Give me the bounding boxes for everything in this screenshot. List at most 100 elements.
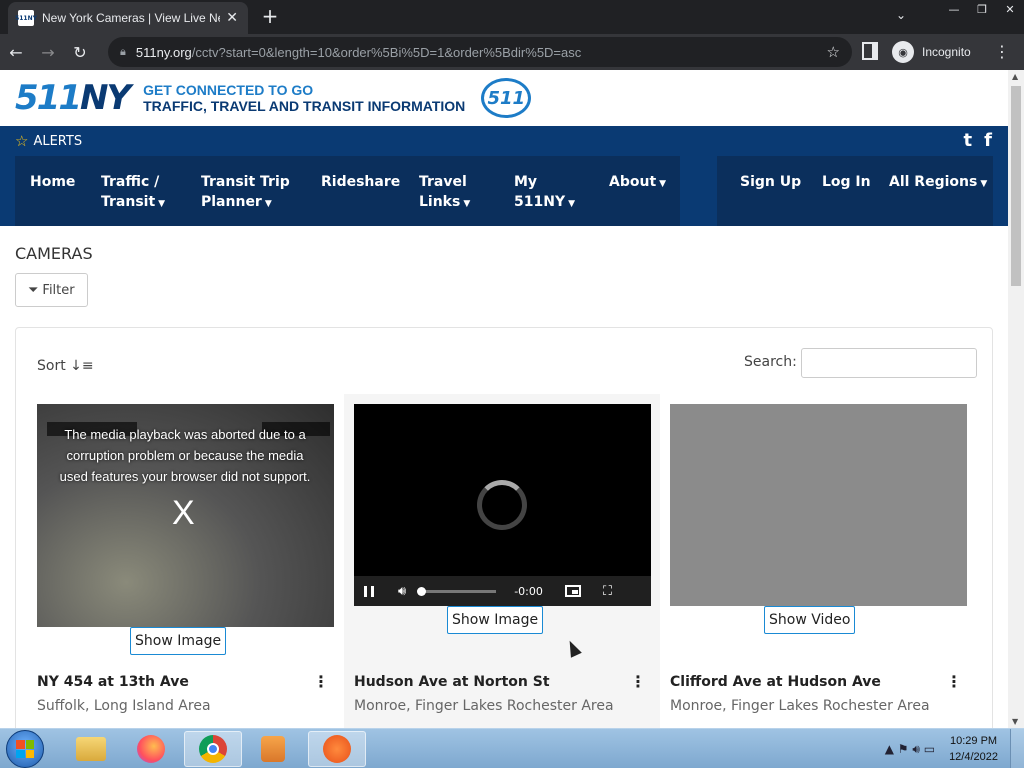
caret-down-icon: ▼ — [158, 199, 166, 209]
incognito-indicator[interactable]: ◉ Incognito — [892, 39, 971, 65]
media-error-x-icon[interactable]: X — [172, 494, 195, 533]
nav-travel-line-1: Travel — [419, 174, 467, 190]
alert-star-icon: ☆ — [15, 132, 29, 150]
new-tab-icon[interactable]: + — [258, 4, 282, 28]
camera-title[interactable]: NY 454 at 13th Ave — [37, 674, 189, 690]
scroll-up-arrow-icon[interactable]: ▲ — [1012, 72, 1018, 81]
nav-home[interactable]: Home — [30, 172, 75, 192]
page-title: CAMERAS — [15, 244, 93, 263]
fullscreen-icon[interactable]: ⛶ — [603, 584, 612, 599]
sort-label: Sort — [37, 358, 66, 374]
nav-transit-trip-planner[interactable]: Transit Trip Planner ▼ — [201, 172, 290, 214]
show-image-button[interactable]: Show Image — [447, 606, 544, 634]
tab-close-icon[interactable]: ✕ — [226, 10, 238, 26]
video-progress-bar[interactable] — [417, 586, 497, 596]
taskbar-app[interactable] — [308, 731, 366, 767]
nav-about-label: About — [609, 174, 657, 190]
start-button[interactable] — [6, 730, 44, 768]
search-input[interactable] — [801, 348, 977, 378]
url-host: 511ny.org — [135, 44, 192, 60]
progress-handle[interactable] — [417, 586, 427, 596]
loading-spinner-icon — [477, 480, 527, 530]
show-image-button[interactable]: Show Image — [130, 627, 227, 655]
facebook-icon[interactable]: f — [984, 130, 992, 151]
scrollbar-thumb[interactable] — [1011, 86, 1021, 286]
browser-tab[interactable]: 511NY New York Cameras | View Live Ne ✕ — [8, 2, 248, 34]
camera-title[interactable]: Clifford Ave at Hudson Ave — [670, 674, 881, 690]
camera-options-icon[interactable]: ⋮ — [946, 672, 962, 691]
page-content: CAMERAS ⏷ Filter Sort ↓≡ Search: The med… — [0, 226, 1008, 728]
window-controls: — ❐ ✕ — [940, 0, 1024, 20]
taskbar-firefox[interactable] — [122, 731, 180, 767]
nav-regions-label: All Regions — [889, 174, 978, 190]
camera-video-player[interactable]: 🔊︎ -0:00 ⛶ — [354, 404, 651, 606]
main-navbar: Home Traffic / Transit ▼ Transit Trip Plann… — [0, 156, 1008, 226]
forward-arrow-icon[interactable]: → — [32, 36, 64, 68]
tagline-line-2: TRAFFIC, TRAVEL AND TRANSIT INFORMATION — [143, 98, 466, 114]
browser-toolbar: ← → ↻ 🔒︎ 511ny.org/cctv?start=0&length=1… — [0, 34, 1024, 70]
tray-icons[interactable]: ▲ ⚑ 🔊︎ ▭ — [885, 742, 935, 757]
taskbar-media-player[interactable] — [244, 731, 302, 767]
nav-my-511ny[interactable]: My 511NY ▼ — [514, 172, 575, 214]
caret-down-icon: ▼ — [659, 179, 667, 189]
site-logo[interactable]: 511NY — [15, 78, 131, 118]
camera-area: Suffolk, Long Island Area — [37, 698, 211, 714]
pause-icon[interactable] — [364, 585, 374, 597]
camera-options-icon[interactable]: ⋮ — [630, 672, 646, 691]
back-arrow-icon[interactable]: ← — [0, 36, 32, 68]
address-bar[interactable]: 🔒︎ 511ny.org/cctv?start=0&length=10&orde… — [108, 37, 852, 67]
reload-icon[interactable]: ↻ — [64, 36, 96, 68]
picture-in-picture-icon[interactable] — [564, 585, 581, 597]
camera-list-card: Sort ↓≡ Search: The media playback was a… — [15, 327, 993, 728]
video-time: -0:00 — [514, 584, 543, 598]
nav-traffic-transit[interactable]: Traffic / Transit ▼ — [101, 172, 165, 214]
nav-about[interactable]: About ▼ — [609, 172, 666, 194]
clock-date: 12/4/2022 — [949, 751, 998, 763]
nav-log-in[interactable]: Log In — [822, 172, 871, 192]
nav-signup-label: Sign Up — [740, 174, 802, 190]
nav-rideshare[interactable]: Rideshare — [321, 172, 400, 192]
twitter-icon[interactable]: t — [964, 130, 973, 151]
sort-control[interactable]: Sort ↓≡ — [37, 358, 94, 374]
filter-label: Filter — [42, 282, 75, 298]
volume-icon[interactable]: 🔊︎ — [398, 584, 406, 599]
page-scrollbar[interactable]: ▲ ▼ — [1008, 70, 1024, 728]
alerts-link[interactable]: ALERTS — [33, 134, 82, 149]
browser-menu-icon[interactable]: ⋮ — [994, 42, 1010, 61]
show-desktop-button[interactable] — [1010, 729, 1024, 768]
filter-button[interactable]: ⏷ Filter — [15, 273, 88, 307]
social-links: t f — [964, 130, 992, 151]
media-player-icon — [261, 736, 285, 762]
url-text: 511ny.org/cctv?start=0&length=10&order%5… — [136, 45, 581, 60]
side-panel-icon[interactable] — [862, 42, 878, 60]
url-path: /cctv?start=0&length=10&order%5Bi%5D=1&o… — [191, 44, 582, 60]
site-tagline: GET CONNECTED TO GO TRAFFIC, TRAVEL AND … — [143, 82, 465, 114]
taskbar-chrome[interactable] — [184, 731, 242, 767]
bookmark-star-icon[interactable]: ☆ — [827, 43, 840, 61]
window-close-icon[interactable]: ✕ — [996, 0, 1024, 18]
nav-home-label: Home — [30, 174, 76, 190]
nav-travel-links[interactable]: Travel Links ▼ — [419, 172, 470, 214]
browser-tabbar: 511NY New York Cameras | View Live Ne ✕ … — [0, 0, 1024, 34]
clock-time: 10:29 PM — [949, 735, 998, 747]
site-header: 511NY GET CONNECTED TO GO TRAFFIC, TRAVE… — [0, 70, 1008, 126]
nav-sign-up[interactable]: Sign Up — [740, 172, 801, 192]
caret-down-icon: ▼ — [463, 199, 471, 209]
nav-all-regions[interactable]: All Regions ▼ — [889, 172, 987, 194]
taskbar-clock[interactable]: 10:29 PM 12/4/2022 — [949, 733, 998, 765]
show-video-button[interactable]: Show Video — [764, 606, 856, 634]
nav-login-label: Log In — [822, 174, 871, 190]
caret-down-icon: ▼ — [568, 199, 575, 209]
camera-image-placeholder[interactable] — [670, 404, 967, 606]
restore-icon[interactable]: ❐ — [968, 0, 996, 18]
folder-icon — [76, 737, 106, 761]
minimize-icon[interactable]: — — [940, 0, 968, 18]
taskbar-explorer[interactable] — [62, 731, 120, 767]
camera-media-error[interactable]: The media playback was aborted due to a … — [37, 404, 334, 627]
camera-options-icon[interactable]: ⋮ — [313, 672, 329, 691]
camera-title[interactable]: Hudson Ave at Norton St — [354, 674, 550, 690]
logo-prefix: 511 — [15, 78, 82, 118]
tab-search-chevron-icon[interactable]: ⌄ — [896, 8, 906, 22]
scroll-down-arrow-icon[interactable]: ▼ — [1012, 717, 1018, 726]
windows-logo-icon — [16, 740, 34, 758]
